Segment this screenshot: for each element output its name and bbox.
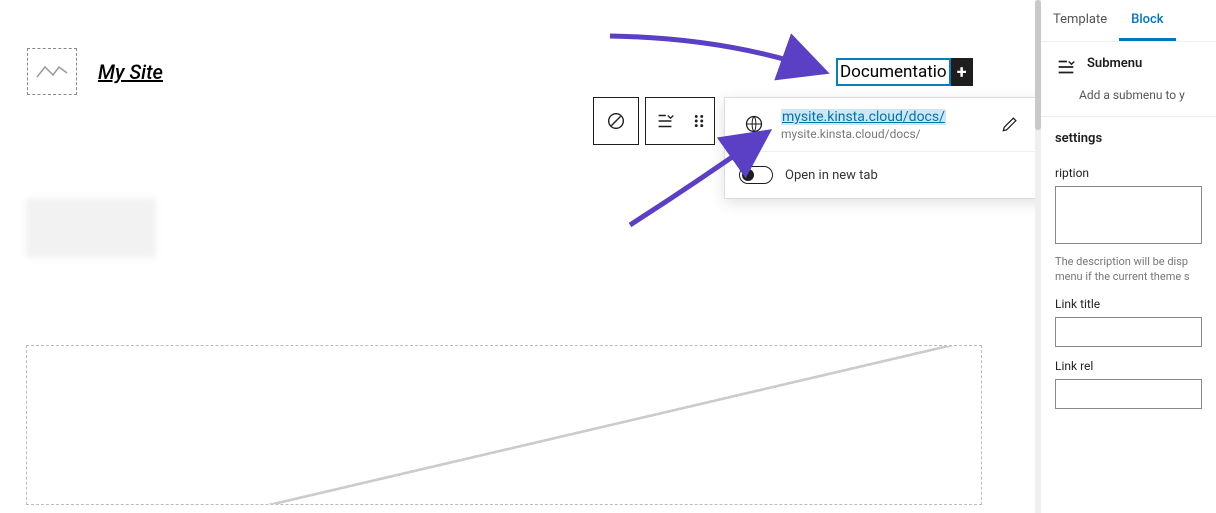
globe-icon: [739, 109, 769, 139]
tab-block[interactable]: Block: [1119, 0, 1175, 41]
drag-icon: [688, 110, 710, 132]
block-toolbar: [593, 97, 715, 145]
open-new-tab-label: Open in new tab: [785, 168, 878, 183]
site-title[interactable]: My Site: [98, 60, 163, 84]
editor-canvas: My Site Documentatio +: [0, 0, 1040, 513]
submenu-block-icon: [1055, 56, 1077, 82]
nav-menu-item-label[interactable]: Documentatio: [836, 58, 951, 86]
open-new-tab-toggle[interactable]: [739, 166, 773, 184]
tab-template[interactable]: Template: [1041, 0, 1119, 41]
block-name: Submenu: [1087, 56, 1142, 71]
content-placeholder[interactable]: [26, 345, 982, 505]
link-rel-input[interactable]: [1055, 379, 1202, 409]
block-description: Add a submenu to y: [1041, 88, 1216, 116]
description-help: The description will be disp menu if the…: [1055, 254, 1202, 285]
link-title-label: Link title: [1055, 297, 1202, 311]
add-submenu-button[interactable]: +: [951, 58, 973, 86]
submenu-icon: [654, 110, 676, 132]
no-icon: [605, 110, 627, 132]
chart-line-icon: [35, 61, 69, 83]
link-popover: mysite.kinsta.cloud/docs/ mysite.kinsta.…: [724, 97, 1082, 199]
pencil-icon: [1000, 114, 1020, 134]
site-logo-placeholder[interactable]: [27, 48, 77, 95]
edit-link-button[interactable]: [995, 109, 1025, 139]
drag-handle[interactable]: [684, 98, 714, 144]
link-rel-label: Link rel: [1055, 359, 1202, 373]
submenu-toolbar-button[interactable]: [646, 98, 684, 144]
blurred-block: [26, 198, 156, 258]
sidebar-scrollbar[interactable]: [1035, 0, 1041, 513]
link-breadcrumb: mysite.kinsta.cloud/docs/: [781, 127, 983, 141]
link-url[interactable]: mysite.kinsta.cloud/docs/: [781, 109, 946, 125]
settings-sidebar: Template Block Submenu Add a submenu to …: [1040, 0, 1216, 513]
description-field-label: ription: [1055, 166, 1202, 180]
link-title-input[interactable]: [1055, 317, 1202, 347]
nav-menu-item[interactable]: Documentatio +: [836, 58, 973, 86]
description-textarea[interactable]: [1055, 186, 1202, 244]
settings-panel-header[interactable]: settings: [1041, 116, 1216, 154]
block-type-button[interactable]: [594, 98, 638, 144]
annotation-arrow-1: [600, 28, 840, 88]
